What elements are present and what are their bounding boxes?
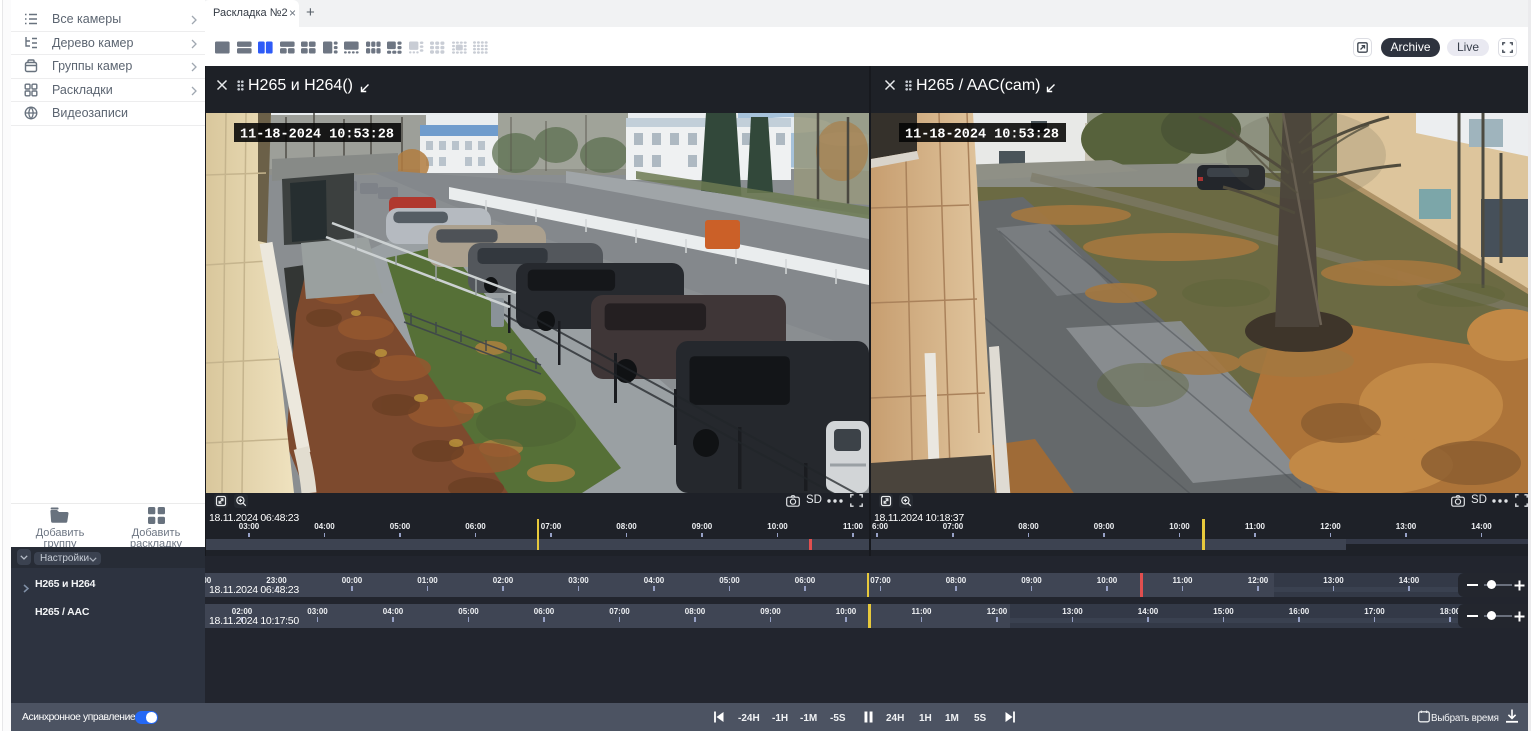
svg-text:11-18-2024 10:53:28: 11-18-2024 10:53:28 xyxy=(240,128,394,143)
svg-text:11-18-2024 10:53:28: 11-18-2024 10:53:28 xyxy=(905,128,1059,143)
